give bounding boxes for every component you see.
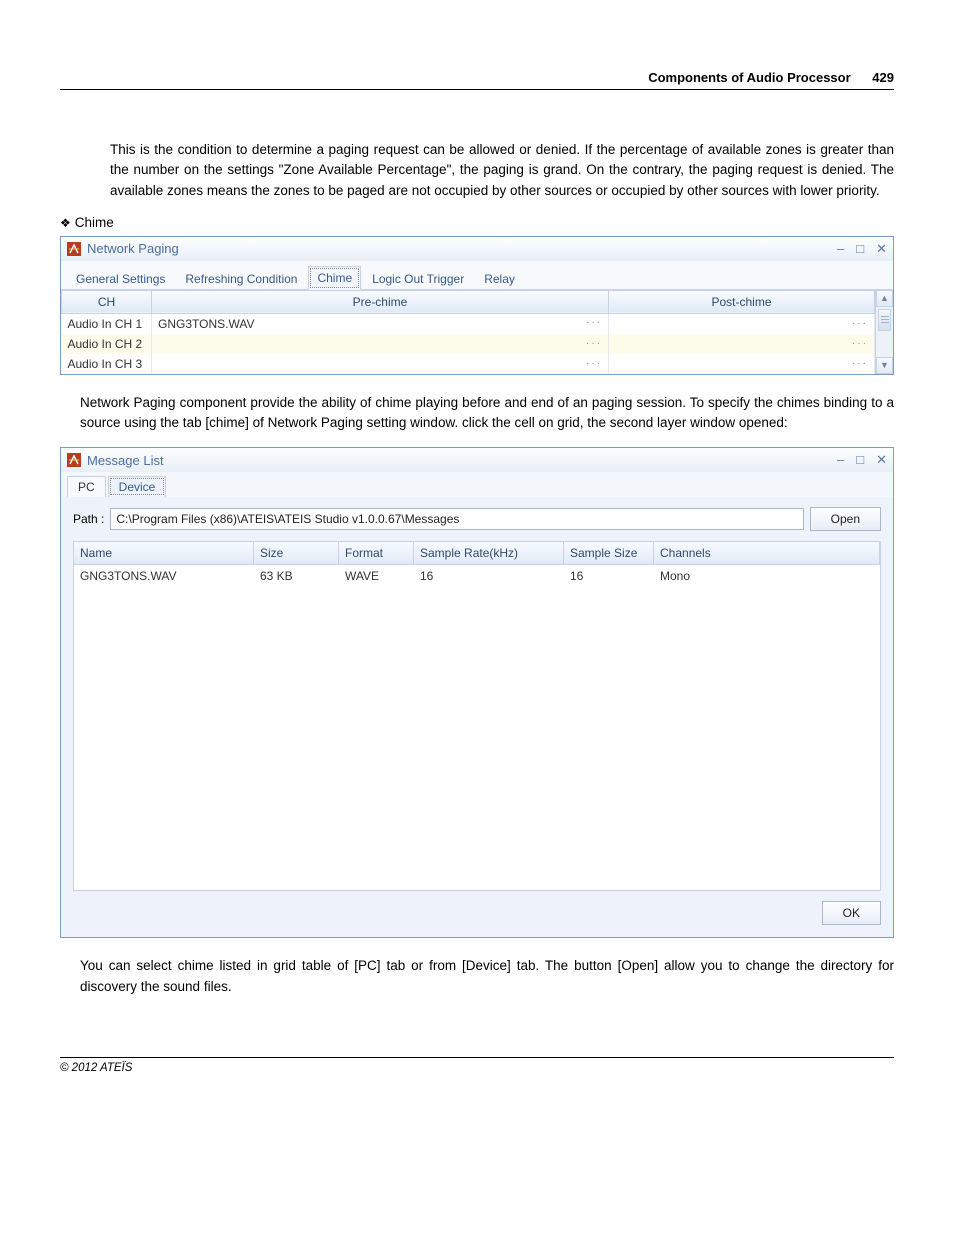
col-pre-chime[interactable]: Pre-chime (152, 290, 609, 313)
tab-chime[interactable]: Chime (308, 266, 361, 290)
ml-tab-strip: PC Device (61, 472, 893, 497)
app-icon (67, 453, 81, 467)
tab-device[interactable]: Device (108, 476, 167, 497)
path-label: Path : (73, 512, 104, 526)
table-row[interactable]: Audio In CH 2 ··· ··· (62, 334, 875, 354)
col-name[interactable]: Name (74, 542, 254, 565)
more-icon[interactable]: ··· (586, 358, 602, 369)
more-icon[interactable]: ··· (586, 317, 602, 328)
open-button[interactable]: Open (810, 507, 881, 531)
paragraph-open-desc: You can select chime listed in grid tabl… (80, 956, 894, 997)
page-header: Components of Audio Processor 429 (60, 70, 894, 90)
page-number: 429 (872, 70, 894, 85)
close-button[interactable]: ✕ (876, 452, 887, 468)
col-sample-rate[interactable]: Sample Rate(kHz) (414, 542, 564, 565)
scroll-up-button[interactable]: ▲ (876, 290, 893, 307)
app-icon (67, 242, 81, 256)
titlebar[interactable]: Message List – □ ✕ (61, 448, 893, 472)
titlebar[interactable]: Network Paging – □ ✕ (61, 237, 893, 261)
scroll-down-button[interactable]: ▼ (876, 357, 893, 374)
scrollbar[interactable]: ▲ ▼ (875, 290, 893, 374)
col-sample-size[interactable]: Sample Size (564, 542, 654, 565)
ok-button[interactable]: OK (822, 901, 881, 925)
tab-logic-out-trigger[interactable]: Logic Out Trigger (363, 267, 473, 290)
more-icon[interactable]: ··· (852, 338, 868, 349)
more-icon[interactable]: ··· (586, 338, 602, 349)
paragraph-condition: This is the condition to determine a pag… (110, 140, 894, 201)
chime-table: CH Pre-chime Post-chime Audio In CH 1 GN… (61, 290, 875, 374)
close-button[interactable]: ✕ (876, 241, 887, 257)
diamond-icon: ❖ (60, 216, 71, 230)
maximize-button[interactable]: □ (856, 241, 864, 257)
tab-pc[interactable]: PC (67, 476, 106, 497)
more-icon[interactable]: ··· (852, 318, 868, 329)
table-row[interactable]: Audio In CH 3 ··· ··· (62, 354, 875, 374)
col-size[interactable]: Size (254, 542, 339, 565)
maximize-button[interactable]: □ (856, 452, 864, 468)
path-input[interactable] (110, 508, 803, 530)
footer-copyright: © 2012 ATEÏS (60, 1057, 894, 1074)
tab-strip: General Settings Refreshing Condition Ch… (61, 261, 893, 290)
window-title: Message List (87, 453, 164, 468)
window-title: Network Paging (87, 241, 179, 256)
message-list-window: Message List – □ ✕ PC Device Path : Open… (60, 447, 894, 938)
scroll-thumb[interactable] (878, 309, 891, 331)
tab-refreshing-condition[interactable]: Refreshing Condition (176, 267, 306, 290)
section-title: Components of Audio Processor (648, 70, 850, 85)
minimize-button[interactable]: – (837, 241, 844, 257)
minimize-button[interactable]: – (837, 452, 844, 468)
more-icon[interactable]: ··· (852, 358, 868, 369)
paragraph-chime-desc: Network Paging component provide the abi… (80, 393, 894, 434)
col-ch[interactable]: CH (62, 290, 152, 313)
table-row[interactable]: Audio In CH 1 GNG3TONS.WAV··· ··· (62, 313, 875, 334)
tab-general-settings[interactable]: General Settings (67, 267, 174, 290)
col-channels[interactable]: Channels (654, 542, 880, 565)
message-grid: Name Size Format Sample Rate(kHz) Sample… (73, 541, 881, 891)
network-paging-window: Network Paging – □ ✕ General Settings Re… (60, 236, 894, 375)
col-format[interactable]: Format (339, 542, 414, 565)
bullet-chime: ❖Chime (60, 215, 894, 230)
col-post-chime[interactable]: Post-chime (608, 290, 874, 313)
chime-table-wrap: CH Pre-chime Post-chime Audio In CH 1 GN… (61, 290, 893, 374)
list-item[interactable]: GNG3TONS.WAV 63 KB WAVE 16 16 Mono (74, 565, 880, 587)
tab-relay[interactable]: Relay (475, 267, 524, 290)
